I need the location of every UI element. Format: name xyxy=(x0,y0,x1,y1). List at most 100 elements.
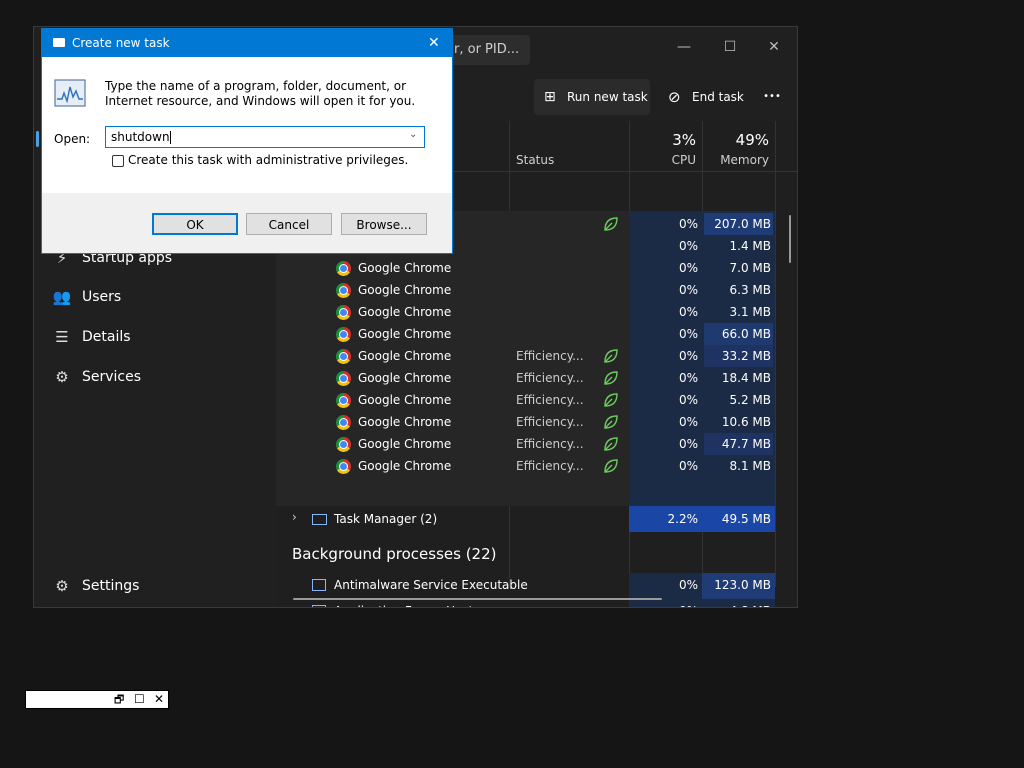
chrome-icon xyxy=(336,261,351,276)
cpu-column-header[interactable]: CPU xyxy=(636,153,696,167)
table-row[interactable]: Google Chrome Efficiency... 0% 18.4 MB xyxy=(276,367,775,389)
memory-cell: 6.3 MB xyxy=(729,283,771,297)
close-icon[interactable]: ✕ xyxy=(154,691,164,708)
table-row[interactable]: Google Chrome Efficiency... 0% 47.7 MB xyxy=(276,433,775,455)
chrome-icon xyxy=(336,349,351,364)
process-name: Google Chrome xyxy=(358,437,452,451)
sidebar-item-services[interactable]: ⚙ Services xyxy=(48,360,268,394)
efficiency-leaf-icon xyxy=(604,459,618,473)
process-name[interactable]: Application Frame Host xyxy=(334,600,473,607)
horizontal-scrollbar[interactable] xyxy=(293,598,662,600)
cpu-cell: 0% xyxy=(678,217,698,231)
minimize-button[interactable]: — xyxy=(664,33,704,61)
more-options-button[interactable]: ••• xyxy=(756,79,788,115)
table-row[interactable]: Google Chrome Efficiency... 0% 8.1 MB xyxy=(276,455,775,477)
users-icon: 👥 xyxy=(52,288,72,306)
sidebar-item-settings[interactable]: ⚙ Settings xyxy=(48,569,268,603)
dialog-body: Type the name of a program, folder, docu… xyxy=(42,57,452,193)
status-cell: Efficiency... xyxy=(516,393,584,407)
dialog-close-icon[interactable]: ✕ xyxy=(428,29,440,57)
memory-cell: 47.7 MB xyxy=(721,437,771,451)
browse-button[interactable]: Browse... xyxy=(341,213,427,235)
process-name[interactable]: Task Manager (2) xyxy=(334,508,437,530)
process-name: Google Chrome xyxy=(358,261,452,275)
maximize-button[interactable]: ☐ xyxy=(710,33,750,61)
text-cursor xyxy=(170,131,171,144)
nav-selection-indicator xyxy=(36,131,39,147)
efficiency-leaf-icon xyxy=(604,349,618,363)
chevron-down-icon[interactable]: ⌄ xyxy=(409,129,417,140)
status-column-header[interactable]: Status xyxy=(516,153,554,167)
efficiency-leaf-icon xyxy=(604,371,618,385)
process-name: Google Chrome xyxy=(358,305,452,319)
sidebar-item-users[interactable]: 👥 Users xyxy=(48,280,268,314)
cpu-cell: 0% xyxy=(678,239,698,253)
status-cell: Efficiency... xyxy=(516,415,584,429)
efficiency-leaf-icon xyxy=(604,393,618,407)
chrome-icon xyxy=(336,371,351,386)
dialog-title: Create new task xyxy=(72,36,170,50)
run-new-task-icon: ⊞ xyxy=(544,89,556,105)
cpu-cell: 0% xyxy=(678,327,698,341)
memory-cell: 10.6 MB xyxy=(721,415,771,429)
ok-button[interactable]: OK xyxy=(152,213,238,235)
cpu-cell: 0% xyxy=(631,600,698,607)
table-row[interactable]: Google Chrome Efficiency... 0% 5.2 MB xyxy=(276,389,775,411)
process-name: Google Chrome xyxy=(358,415,452,429)
antimalware-app-icon xyxy=(312,579,326,591)
process-name: Google Chrome xyxy=(358,349,452,363)
memory-total-percent: 49% xyxy=(735,131,769,149)
admin-privileges-label[interactable]: Create this task with administrative pri… xyxy=(128,153,408,167)
table-row[interactable]: Google Chrome 0% 7.0 MB xyxy=(276,257,775,279)
table-row[interactable]: Google Chrome Efficiency... 0% 10.6 MB xyxy=(276,411,775,433)
cpu-cell: 0% xyxy=(678,371,698,385)
chrome-icon xyxy=(336,393,351,408)
cpu-cell: 0% xyxy=(678,305,698,319)
maximize-icon[interactable]: ☐ xyxy=(134,691,145,708)
memory-column-header[interactable]: Memory xyxy=(709,153,769,167)
table-row[interactable]: Google Chrome Efficiency... 0% 33.2 MB xyxy=(276,345,775,367)
chrome-icon xyxy=(336,415,351,430)
minimized-window[interactable]: 🗗 ☐ ✕ xyxy=(25,690,169,709)
memory-cell: 123.0 MB xyxy=(714,578,771,592)
restore-icon[interactable]: 🗗 xyxy=(114,691,124,708)
memory-cell: 5.2 MB xyxy=(729,393,771,407)
process-name: Google Chrome xyxy=(358,283,452,297)
cpu-cell: 0% xyxy=(678,578,698,592)
admin-privileges-checkbox[interactable] xyxy=(112,155,124,167)
open-input-value[interactable]: shutdown xyxy=(111,130,170,144)
table-row[interactable]: Google Chrome 0% 6.3 MB xyxy=(276,279,775,301)
services-icon: ⚙ xyxy=(55,368,69,386)
cpu-cell: 0% xyxy=(678,415,698,429)
open-label: Open: xyxy=(54,132,91,146)
app-frame-host-icon xyxy=(312,605,326,607)
run-dialog-icon xyxy=(53,38,65,47)
run-program-icon xyxy=(54,79,86,107)
end-task-label: End task xyxy=(692,90,744,104)
memory-cell: 18.4 MB xyxy=(721,371,771,385)
close-button[interactable]: ✕ xyxy=(754,33,794,61)
chrome-icon xyxy=(336,305,351,320)
table-row[interactable]: Google Chrome 0% 3.1 MB xyxy=(276,301,775,323)
status-cell: Efficiency... xyxy=(516,371,584,385)
process-name[interactable]: Antimalware Service Executable xyxy=(334,574,528,596)
cpu-cell: 0% xyxy=(678,349,698,363)
vertical-scrollbar[interactable] xyxy=(789,215,791,263)
chrome-icon xyxy=(336,327,351,342)
dialog-description: Type the name of a program, folder, docu… xyxy=(105,79,416,108)
sidebar-item-label: Services xyxy=(82,369,142,385)
sidebar-item-details[interactable]: ☰ Details xyxy=(48,320,268,354)
cancel-button[interactable]: Cancel xyxy=(246,213,332,235)
cpu-cell: 0% xyxy=(678,393,698,407)
run-new-task-button[interactable]: ⊞ Run new task xyxy=(534,79,650,115)
table-row[interactable]: Google Chrome 0% 66.0 MB xyxy=(276,323,775,345)
open-combobox[interactable]: shutdown ⌄ xyxy=(105,126,425,148)
cpu-cell: 0% xyxy=(678,261,698,275)
efficiency-leaf-icon xyxy=(604,437,618,451)
memory-cell: 8.1 MB xyxy=(729,459,771,473)
sidebar-item-label: Details xyxy=(82,329,131,345)
memory-cell: 4.8 MB xyxy=(704,600,771,607)
end-task-button[interactable]: ⊘ End task xyxy=(660,79,750,115)
create-new-task-dialog: Create new task ✕ Type the name of a pro… xyxy=(41,28,453,254)
expand-chevron-icon[interactable]: › xyxy=(292,510,297,524)
